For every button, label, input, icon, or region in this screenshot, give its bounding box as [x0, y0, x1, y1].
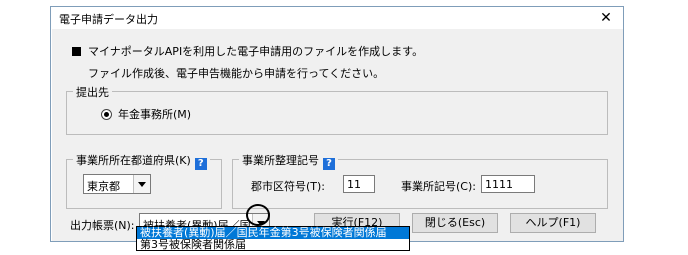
- pension-office-radio[interactable]: 年金事務所(M): [101, 106, 191, 122]
- office-code-input[interactable]: 1111: [481, 175, 535, 193]
- help-button[interactable]: ヘルプ(F1): [510, 213, 596, 233]
- dialog-body: マイナポータルAPIを利用した電子申請用のファイルを作成します。 ファイル作成後…: [52, 29, 623, 241]
- info-text-1: マイナポータルAPIを利用した電子申請用のファイルを作成します。: [88, 45, 424, 58]
- info-line-2: ファイル作成後、電子申告機能から申請を行ってください。: [88, 67, 385, 80]
- district-code-input[interactable]: 11: [343, 175, 375, 193]
- title-bar: 電子申請データ出力 ✕: [51, 7, 623, 29]
- prefecture-legend: 事業所所在都道府県(K)?: [73, 152, 210, 170]
- submit-to-group: 提出先 年金事務所(M): [66, 84, 608, 135]
- prefecture-select[interactable]: 東京都: [83, 174, 151, 194]
- output-form-label: 出力帳票(N):: [70, 219, 135, 232]
- prefecture-legend-text: 事業所所在都道府県(K): [76, 154, 191, 167]
- office-code-label: 事業所記号(C):: [401, 180, 476, 193]
- dropdown-option[interactable]: 第3号被保険者関係届: [137, 239, 409, 251]
- bullet-square-icon: [72, 47, 81, 56]
- office-code-help-icon[interactable]: ?: [323, 158, 335, 170]
- office-code-legend: 事業所整理記号?: [239, 152, 338, 170]
- office-code-legend-text: 事業所整理記号: [242, 154, 319, 167]
- district-code-label: 郡市区符号(T):: [251, 180, 326, 193]
- office-code-group: 事業所整理記号? 郡市区符号(T): 11 事業所記号(C): 1111: [232, 152, 608, 209]
- close-icon[interactable]: ✕: [589, 7, 623, 29]
- radio-selected-icon: [101, 108, 112, 120]
- prefecture-select-value: 東京都: [87, 180, 120, 193]
- pension-office-radio-label: 年金事務所(M): [118, 108, 192, 121]
- prefecture-group: 事業所所在都道府県(K)? 東京都: [66, 152, 222, 209]
- info-line-1: マイナポータルAPIを利用した電子申請用のファイルを作成します。: [72, 43, 423, 59]
- submit-to-legend: 提出先: [73, 84, 112, 100]
- close-button[interactable]: 閉じる(Esc): [412, 213, 498, 233]
- chevron-down-icon[interactable]: [133, 175, 150, 193]
- output-form-dropdown-list: 被扶養者(異動)届／国民年金第3号被保険者関係届 第3号被保険者関係届: [136, 226, 410, 251]
- electronic-application-dialog: 電子申請データ出力 ✕ マイナポータルAPIを利用した電子申請用のファイルを作成…: [50, 6, 624, 242]
- dialog-title: 電子申請データ出力: [59, 13, 158, 26]
- prefecture-help-icon[interactable]: ?: [194, 158, 207, 170]
